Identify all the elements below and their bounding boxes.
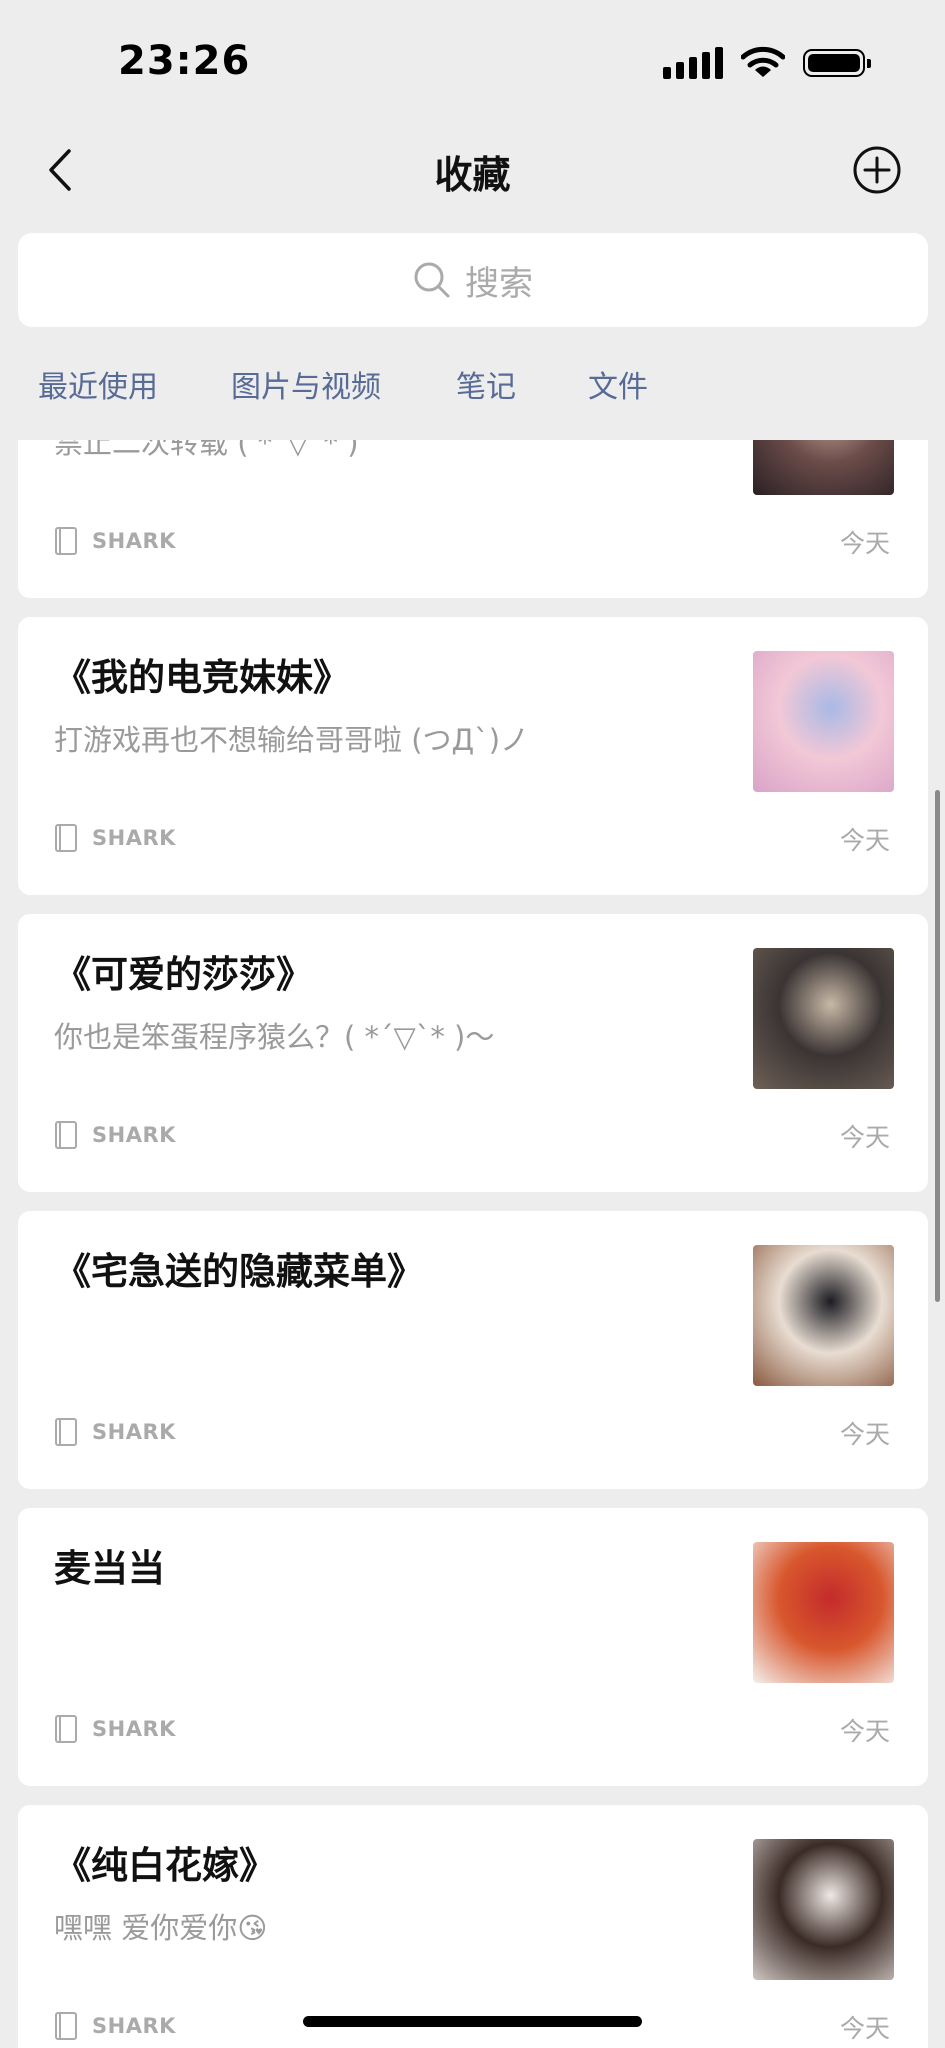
- favorite-item[interactable]: 《我的电竞妹妹》 打游戏再也不想输给哥哥啦 (つД`)ノ SHARK 今天: [18, 617, 928, 895]
- item-thumbnail: [753, 1245, 894, 1386]
- status-bar: 23:26: [0, 0, 945, 120]
- item-source: SHARK: [54, 1417, 176, 1447]
- search-placeholder: 搜索: [465, 263, 533, 304]
- nav-bar: 收藏: [0, 120, 945, 230]
- item-thumbnail: [753, 1542, 894, 1683]
- favorite-item[interactable]: 《可爱的莎莎》 你也是笨蛋程序猿么？( *´▽`* )～ SHARK 今天: [18, 914, 928, 1192]
- item-source-label: SHARK: [92, 1717, 176, 1741]
- favorite-item[interactable]: 反差星期三～ 禁止二次转载 ( *´▽`* ) SHARK 今天: [18, 440, 928, 598]
- item-description: 禁止二次转载 ( *´▽`* ): [54, 440, 359, 460]
- item-description: 你也是笨蛋程序猿么？( *´▽`* )～: [54, 1020, 495, 1054]
- item-date: 今天: [839, 1420, 890, 1449]
- item-source-label: SHARK: [92, 529, 176, 553]
- item-source: SHARK: [54, 526, 176, 556]
- page-title: 收藏: [434, 153, 511, 197]
- favorites-list-scroll: 反差星期三～ 禁止二次转载 ( *´▽`* ) SHARK 今天 《我的电竞妹妹…: [18, 440, 928, 2048]
- item-source: SHARK: [54, 1120, 176, 1150]
- search-icon: [414, 262, 450, 298]
- search-input[interactable]: 搜索: [18, 233, 928, 327]
- item-title: 《可爱的莎莎》: [54, 953, 313, 996]
- item-title: 《宅急送的隐藏菜单》: [54, 1250, 424, 1293]
- scrollbar[interactable]: [935, 790, 940, 1302]
- home-indicator: [303, 2016, 642, 2027]
- item-source: SHARK: [54, 823, 176, 853]
- item-date: 今天: [839, 2014, 890, 2043]
- item-description: 打游戏再也不想输给哥哥啦 (つД`)ノ: [54, 723, 530, 757]
- tab-files[interactable]: 文件: [588, 362, 648, 406]
- note-icon: [55, 824, 77, 852]
- item-title: 《纯白花嫁》: [54, 1844, 276, 1887]
- item-title: 麦当当: [54, 1547, 165, 1590]
- favorite-item[interactable]: 麦当当 SHARK 今天: [18, 1508, 928, 1786]
- cellular-signal-icon: [663, 47, 723, 79]
- favorite-item[interactable]: 《纯白花嫁》 嘿嘿 爱你爱你😘 SHARK 今天: [18, 1805, 928, 2048]
- item-description: 嘿嘿 爱你爱你😘: [54, 1911, 268, 1945]
- item-date: 今天: [839, 826, 890, 855]
- item-source-label: SHARK: [92, 1123, 176, 1147]
- item-source-label: SHARK: [92, 2014, 176, 2038]
- favorite-item[interactable]: 《宅急送的隐藏菜单》 SHARK 今天: [18, 1211, 928, 1489]
- tab-notes[interactable]: 笔记: [456, 362, 516, 406]
- item-source-label: SHARK: [92, 1420, 176, 1444]
- item-source: SHARK: [54, 2011, 176, 2041]
- item-thumbnail: [753, 948, 894, 1089]
- wifi-icon: [741, 46, 785, 77]
- item-source-label: SHARK: [92, 826, 176, 850]
- plus-circle-icon: [853, 146, 901, 194]
- note-icon: [55, 1715, 77, 1743]
- status-icons: [663, 46, 871, 80]
- item-date: 今天: [839, 529, 890, 558]
- item-source: SHARK: [54, 1714, 176, 1744]
- filter-tabs: 最近使用 图片与视频 笔记 文件: [0, 350, 945, 440]
- status-time: 23:26: [118, 38, 251, 84]
- item-thumbnail: [753, 1839, 894, 1980]
- item-title: 《我的电竞妹妹》: [54, 656, 350, 699]
- note-icon: [55, 527, 77, 555]
- add-button[interactable]: [847, 140, 907, 200]
- item-thumbnail: [753, 651, 894, 792]
- note-icon: [55, 1121, 77, 1149]
- item-date: 今天: [839, 1717, 890, 1746]
- tab-recent[interactable]: 最近使用: [38, 362, 158, 406]
- note-icon: [55, 2012, 77, 2040]
- item-date: 今天: [839, 1123, 890, 1152]
- note-icon: [55, 1418, 77, 1446]
- favorites-list: 反差星期三～ 禁止二次转载 ( *´▽`* ) SHARK 今天 《我的电竞妹妹…: [18, 440, 928, 2048]
- battery-icon: [803, 49, 871, 77]
- item-thumbnail: [753, 440, 894, 495]
- tab-images-videos[interactable]: 图片与视频: [231, 362, 381, 406]
